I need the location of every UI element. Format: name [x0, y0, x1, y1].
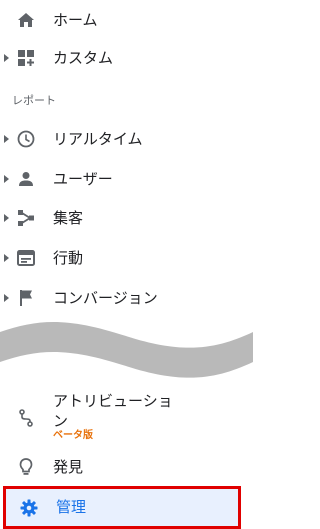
lightbulb-icon — [16, 457, 36, 477]
nav-item-acquisition[interactable]: 集客 — [0, 198, 253, 238]
nav-label-audience: ユーザー — [53, 170, 113, 188]
expand-arrow-icon[interactable] — [4, 254, 9, 262]
nav-item-behavior[interactable]: 行動 — [0, 238, 253, 278]
nav-item-conversions[interactable]: コンバージョン — [0, 278, 253, 318]
nav-item-home[interactable]: ホーム — [0, 0, 253, 40]
nav-label-behavior: 行動 — [53, 249, 84, 267]
expand-arrow-icon[interactable] — [4, 214, 9, 222]
section-label-reports: レポート — [12, 94, 56, 107]
dashboard-add-icon — [16, 48, 36, 68]
nav-item-custom[interactable]: カスタム — [0, 38, 253, 78]
expand-arrow-icon[interactable] — [4, 175, 9, 183]
behavior-icon — [16, 248, 36, 268]
nav-item-realtime[interactable]: リアルタイム — [0, 119, 253, 159]
person-icon — [16, 169, 36, 189]
nav-label-attribution: アトリビューション — [53, 392, 173, 430]
nav-item-discover[interactable]: 発見 — [0, 447, 253, 487]
beta-badge: ベータ版 — [53, 430, 93, 441]
nav-label-acquisition: 集客 — [53, 209, 84, 227]
nav-label-discover: 発見 — [53, 458, 84, 476]
expand-arrow-icon[interactable] — [4, 294, 9, 302]
clock-icon — [16, 129, 36, 149]
nav-label-home: ホーム — [53, 11, 98, 29]
attribution-icon — [16, 408, 36, 428]
nav-label-conversions: コンバージョン — [53, 289, 158, 307]
nav-item-admin[interactable]: 管理 — [3, 486, 241, 529]
expand-arrow-icon[interactable] — [4, 135, 9, 143]
expand-arrow-icon[interactable] — [4, 54, 9, 62]
gear-icon — [19, 498, 39, 518]
acquisition-icon — [16, 208, 36, 228]
home-icon — [16, 10, 36, 30]
flag-icon — [16, 288, 36, 308]
nav-label-admin: 管理 — [56, 498, 87, 516]
nav-item-audience[interactable]: ユーザー — [0, 159, 253, 199]
nav-label-realtime: リアルタイム — [53, 130, 143, 148]
content-break-wave — [0, 321, 253, 378]
nav-label-custom: カスタム — [53, 49, 114, 67]
